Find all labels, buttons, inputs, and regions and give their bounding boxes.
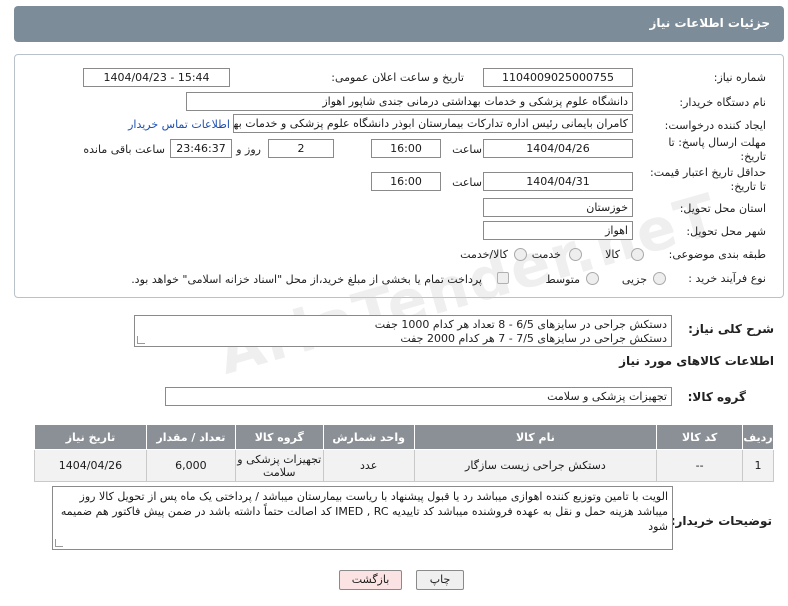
category-option-goods: کالا [605,248,620,261]
category-radio-both[interactable] [514,248,527,261]
city-field[interactable]: اهواز [483,221,633,240]
validity-time-label: ساعت [452,176,482,189]
contact-info-link[interactable]: اطلاعات تماس خریدار [128,118,230,131]
province-label: استان محل تحویل: [679,202,766,215]
category-option-both: کالا/خدمت [460,248,508,261]
need-number-field[interactable]: 1104009025000755 [483,68,633,87]
table-header-row: ردیف کد کالا نام کالا واحد شمارش گروه کا… [34,424,774,450]
description-label: شرح کلی نیاز: [688,322,774,336]
header-quantity: تعداد / مقدار [145,424,236,450]
remaining-label: ساعت باقی مانده [83,143,165,156]
reply-time-label: ساعت [452,143,482,156]
description-textarea[interactable]: دستکش جراحی در سایزهای 6/5 - 8 تعداد هر … [134,315,672,347]
buyer-notes-textarea[interactable]: الویت با تامین وتوزیع کننده اهوازی میباش… [52,486,673,550]
payment-checkbox[interactable] [497,272,509,284]
cell-unit: عدد [322,449,415,482]
items-table: ردیف کد کالا نام کالا واحد شمارش گروه کا… [34,424,774,482]
description-line-1: دستکش جراحی در سایزهای 6/5 - 8 تعداد هر … [374,318,667,331]
cell-quantity: 6,000 [145,449,236,482]
resize-handle-icon[interactable] [137,336,145,344]
city-label: شهر محل تحویل: [686,225,766,238]
payment-note: پرداخت تمام یا بخشی از مبلغ خرید،از محل … [131,273,482,286]
header-code: کد کالا [656,424,744,450]
cell-date: 1404/04/26 [34,449,147,482]
announce-label: تاریخ و ساعت اعلان عمومی: [331,71,464,84]
creator-field[interactable]: کامران بایمانی رئیس اداره تدارکات بیمارس… [233,114,633,133]
resize-handle-icon[interactable] [55,539,63,547]
cell-row-no: 1 [742,449,774,482]
category-option-service: خدمت [531,248,561,261]
header-group: گروه کالا [234,424,324,450]
announce-field[interactable]: 1404/04/23 - 15:44 [83,68,230,87]
price-validity-label: حداقل تاریخ اعتبار قیمت: تا تاریخ: [650,166,766,193]
process-radio-medium[interactable] [586,272,599,285]
province-field[interactable]: خوزستان [483,198,633,217]
category-label: طبقه بندی موضوعی: [668,248,766,261]
header-unit: واحد شمارش [322,424,415,450]
reply-date-field[interactable]: 1404/04/26 [483,139,633,158]
buyer-org-field[interactable]: دانشگاه علوم پزشکی و خدمات بهداشتی درمان… [186,92,633,111]
description-line-2: دستکش جراحی در سایزهای 7/5 - 7 هر کدام 2… [400,332,667,345]
remaining-time-field[interactable]: 23:46:37 [170,139,232,158]
header-name: نام کالا [413,424,658,450]
cell-group: تجهیزات پزشکی و سلامت [234,449,324,482]
page-title: جزئیات اطلاعات نیاز [14,6,784,42]
back-button[interactable]: بازگشت [339,570,402,590]
reply-deadline-label: مهلت ارسال پاسخ: تا تاریخ: [668,136,766,163]
cell-name: دستکش جراحی زیست سازگار [413,449,658,482]
process-option-minor: جزیی [621,273,647,286]
process-radio-minor[interactable] [653,272,666,285]
print-button[interactable]: چاپ [416,570,464,590]
validity-date-field[interactable]: 1404/04/31 [483,172,633,191]
days-field[interactable]: 2 [268,139,334,158]
creator-label: ایجاد کننده درخواست: [664,119,766,132]
goods-group-field[interactable]: تجهیزات پزشکی و سلامت [165,387,672,406]
reply-time-field[interactable]: 16:00 [371,139,441,158]
days-label: روز و [236,143,261,156]
table-row[interactable]: 1 -- دستکش جراحی زیست سازگار عدد تجهیزات… [34,449,774,482]
process-option-medium: متوسط [545,273,580,286]
buyer-notes-text: الویت با تامین وتوزیع کننده اهوازی میباش… [60,490,668,533]
goods-info-title: اطلاعات کالاهای مورد نیاز [619,354,774,368]
goods-group-label: گروه کالا: [687,390,746,404]
header-date: تاریخ نیاز [34,424,147,450]
process-label: نوع فرآیند خرید : [688,272,766,285]
header-row-no: ردیف [742,424,774,450]
need-number-label: شماره نیاز: [713,71,766,84]
category-radio-service[interactable] [569,248,582,261]
validity-time-field[interactable]: 16:00 [371,172,441,191]
cell-code: -- [656,449,744,482]
buyer-org-label: نام دستگاه خریدار: [679,96,766,109]
category-radio-goods[interactable] [631,248,644,261]
buyer-notes-label: توضیحات خریدار: [670,514,772,528]
